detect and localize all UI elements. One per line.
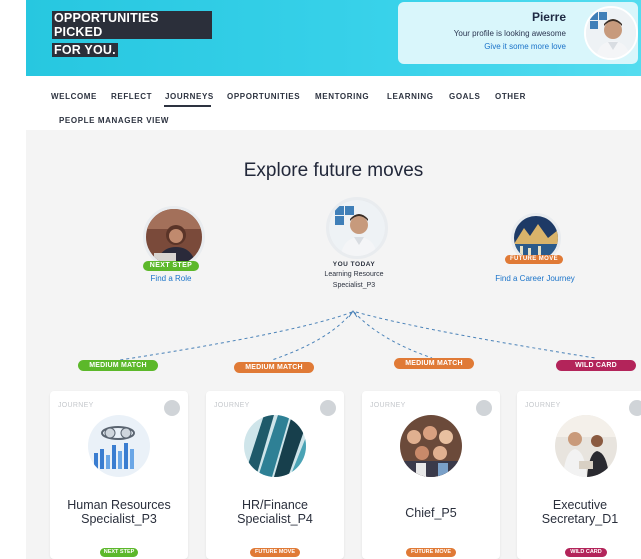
card-tag: JOURNEY — [214, 402, 250, 409]
match-badge-4: WILD CARD — [556, 360, 636, 371]
meeting-photo — [555, 415, 617, 477]
glass-building-photo — [244, 415, 306, 477]
share-icon[interactable] — [476, 400, 492, 416]
group-selfie-photo — [400, 415, 462, 477]
journey-card[interactable]: JOURNEY Chief_P5 FUTURE MOVE — [362, 391, 500, 559]
card-badge: NEXT STEP — [100, 548, 138, 557]
card-tag: JOURNEY — [525, 402, 561, 409]
card-title: Executive Secretary_D1 — [541, 498, 619, 526]
card-badge: FUTURE MOVE — [406, 548, 456, 557]
card-title: Human Resources Specialist_P3 — [67, 498, 171, 526]
journey-card[interactable]: JOURNEY Executive Secretary_D1 WILD CARD — [517, 391, 641, 559]
share-icon[interactable] — [164, 400, 180, 416]
card-title: Chief_P5 — [405, 506, 457, 520]
journey-card[interactable]: JOURNEY Human Resources Specialist_P3 NE… — [50, 391, 188, 559]
match-badge-2: MEDIUM MATCH — [234, 362, 314, 373]
share-icon[interactable] — [629, 400, 641, 416]
journey-card[interactable]: JOURNEY HR/Finance Specialist_P4 FUTURE … — [206, 391, 344, 559]
card-badge: WILD CARD — [565, 548, 607, 557]
match-badge-3: MEDIUM MATCH — [394, 358, 474, 369]
share-icon[interactable] — [320, 400, 336, 416]
card-badge: FUTURE MOVE — [250, 548, 300, 557]
card-tag: JOURNEY — [58, 402, 94, 409]
card-title: HR/Finance Specialist_P4 — [237, 498, 313, 526]
card-tag: JOURNEY — [370, 402, 406, 409]
match-badge-1: MEDIUM MATCH — [78, 360, 158, 371]
data-chart-photo — [88, 415, 150, 477]
